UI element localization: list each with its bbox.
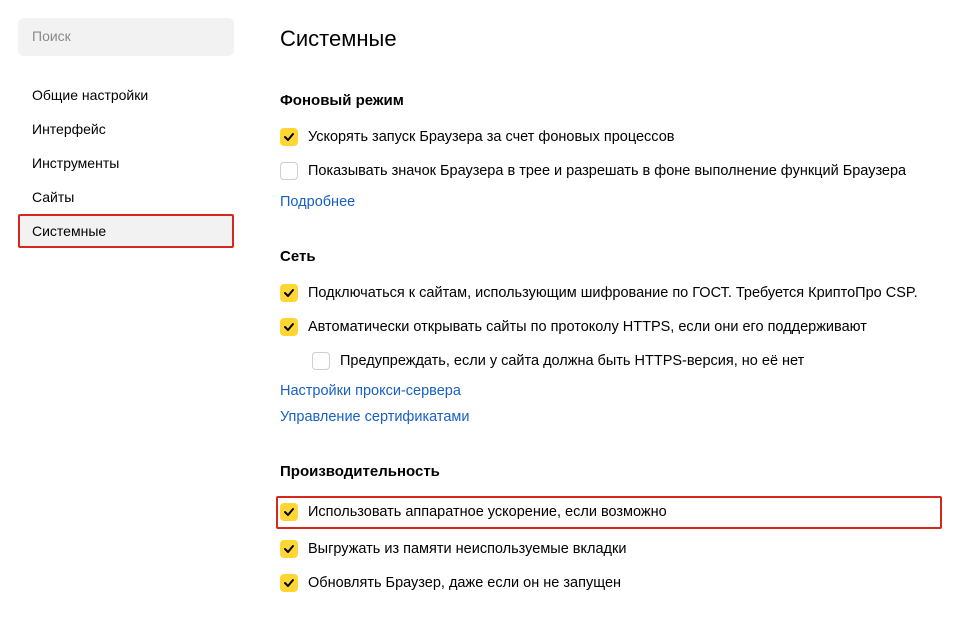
link[interactable]: Подробнее xyxy=(280,194,942,210)
option-label: Подключаться к сайтам, использующим шифр… xyxy=(308,283,918,303)
sidebar-item-label: Инструменты xyxy=(32,155,119,171)
checkbox[interactable] xyxy=(312,352,330,370)
checkbox[interactable] xyxy=(280,128,298,146)
option-label: Использовать аппаратное ускорение, если … xyxy=(308,502,667,522)
checkbox[interactable] xyxy=(280,284,298,302)
sidebar-item-4[interactable]: Системные xyxy=(18,214,234,248)
checkbox[interactable] xyxy=(280,318,298,336)
option-label: Автоматически открывать сайты по протоко… xyxy=(308,317,867,337)
sidebar: Поиск Общие настройки Интерфейс Инструмент… xyxy=(0,0,244,632)
page-title: Системные xyxy=(280,26,942,52)
sidebar-item-label: Интерфейс xyxy=(32,121,106,137)
link[interactable]: Управление сертификатами xyxy=(280,409,942,425)
link[interactable]: Настройки прокси-сервера xyxy=(280,383,942,399)
sidebar-item-1[interactable]: Интерфейс xyxy=(18,112,234,146)
checkbox[interactable] xyxy=(280,574,298,592)
section-2: Производительность Использовать аппаратно… xyxy=(280,463,942,595)
sidebar-item-0[interactable]: Общие настройки xyxy=(18,78,234,112)
sidebar-item-label: Системные xyxy=(32,223,106,239)
section-title: Сеть xyxy=(280,248,942,265)
section-0: Фоновый режим Ускорять запуск Браузера за… xyxy=(280,92,942,210)
check-icon xyxy=(283,131,295,143)
option-row: Обновлять Браузер, даже если он не запущ… xyxy=(280,571,942,595)
option-row: Выгружать из памяти неиспользуемые вклад… xyxy=(280,537,942,561)
option-label: Ускорять запуск Браузера за счет фоновых… xyxy=(308,127,674,147)
sidebar-item-label: Сайты xyxy=(32,189,74,205)
option-label: Обновлять Браузер, даже если он не запущ… xyxy=(308,573,621,593)
option-row: Подключаться к сайтам, использующим шифр… xyxy=(280,281,942,305)
option-row: Показывать значок Браузера в трее и разр… xyxy=(280,159,942,183)
option-row: Автоматически открывать сайты по протоко… xyxy=(280,315,942,339)
check-icon xyxy=(283,577,295,589)
check-icon xyxy=(283,506,295,518)
check-icon xyxy=(283,321,295,333)
check-icon xyxy=(283,287,295,299)
sidebar-item-label: Общие настройки xyxy=(32,87,148,103)
option-row: Ускорять запуск Браузера за счет фоновых… xyxy=(280,125,942,149)
checkbox[interactable] xyxy=(280,503,298,521)
section-1: Сеть Подключаться к сайтам, использующим … xyxy=(280,248,942,426)
option-row: Использовать аппаратное ускорение, если … xyxy=(276,496,942,528)
sidebar-item-3[interactable]: Сайты xyxy=(18,180,234,214)
search-placeholder: Поиск xyxy=(32,28,71,44)
checkbox[interactable] xyxy=(280,540,298,558)
search-input[interactable]: Поиск xyxy=(18,18,234,56)
option-label: Выгружать из памяти неиспользуемые вклад… xyxy=(308,539,626,559)
checkbox[interactable] xyxy=(280,162,298,180)
section-title: Производительность xyxy=(280,463,942,480)
option-label: Показывать значок Браузера в трее и разр… xyxy=(308,161,906,181)
option-label: Предупреждать, если у сайта должна быть … xyxy=(340,351,804,371)
option-row: Предупреждать, если у сайта должна быть … xyxy=(312,349,942,373)
main-content: Системные Фоновый режим Ускорять запуск Б… xyxy=(244,0,962,632)
sidebar-item-2[interactable]: Инструменты xyxy=(18,146,234,180)
section-title: Фоновый режим xyxy=(280,92,942,109)
check-icon xyxy=(283,543,295,555)
